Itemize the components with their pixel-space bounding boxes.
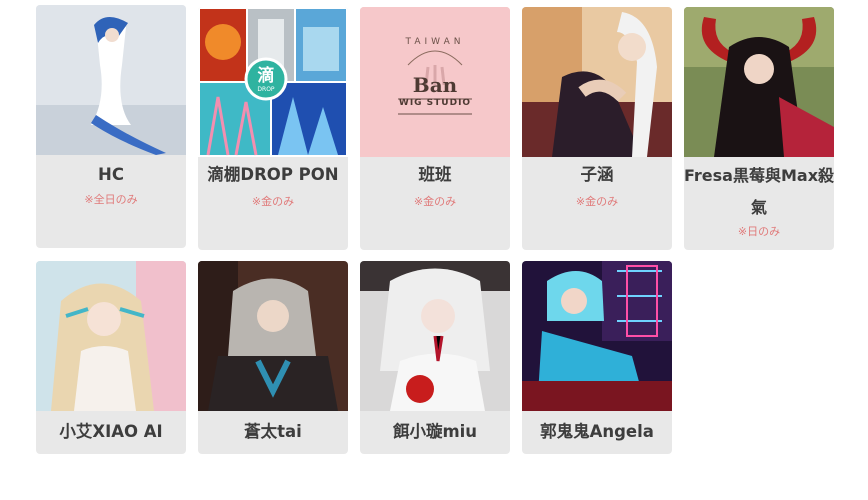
- cosplay-photo-icon: [360, 261, 510, 411]
- card-name[interactable]: 子涵: [522, 159, 672, 191]
- card-xiao-ai[interactable]: 小艾XIAO AI: [36, 261, 186, 454]
- card-name[interactable]: 小艾XIAO AI: [36, 416, 186, 448]
- cosplay-photo-icon: [522, 7, 672, 157]
- card-angela[interactable]: 郭鬼鬼Angela: [522, 261, 672, 454]
- cosplay-photo-icon: [684, 7, 834, 157]
- card-photo[interactable]: [522, 261, 672, 411]
- card-name[interactable]: Fresa黒莓與Max殺氣: [684, 160, 834, 224]
- card-name[interactable]: 班班: [360, 159, 510, 191]
- card-note: ※全日のみ: [84, 193, 138, 206]
- card-name[interactable]: HC: [36, 159, 186, 191]
- ban-logo-main: Ban: [412, 73, 458, 97]
- cosplay-photo-icon: [522, 261, 672, 411]
- card-tai[interactable]: 蒼太tai: [198, 261, 348, 454]
- card-zihan[interactable]: 子涵 ※金のみ: [522, 7, 672, 250]
- ban-logo-sub: WIG STUDIO: [398, 98, 472, 108]
- card-name[interactable]: 滴棚DROP PON: [198, 159, 348, 191]
- card-drop-pon[interactable]: 滴 DROP 滴棚DROP PON ※金のみ: [198, 7, 348, 250]
- card-name[interactable]: 郭鬼鬼Angela: [522, 416, 672, 448]
- cosplay-photo-icon: [36, 5, 186, 155]
- card-hc[interactable]: HC ※全日のみ: [36, 5, 186, 248]
- card-name[interactable]: 餌小璇miu: [360, 416, 510, 448]
- card-banban[interactable]: TAIWAN Ban WIG STUDIO 班班 ※金のみ: [360, 7, 510, 250]
- card-photo[interactable]: [36, 261, 186, 411]
- card-photo[interactable]: [360, 261, 510, 411]
- card-fresa[interactable]: Fresa黒莓與Max殺氣 ※日のみ: [684, 7, 834, 250]
- card-note: ※日のみ: [737, 225, 781, 238]
- drop-logo-sub: DROP: [257, 86, 275, 93]
- card-note: ※金のみ: [251, 195, 295, 208]
- card-photo[interactable]: 滴 DROP: [198, 7, 348, 157]
- card-photo[interactable]: [36, 5, 186, 155]
- card-note: ※金のみ: [575, 195, 619, 208]
- card-miu[interactable]: 餌小璇miu: [360, 261, 510, 454]
- cosplay-photo-icon: [198, 261, 348, 411]
- cosplay-photo-icon: [36, 261, 186, 411]
- card-photo[interactable]: [684, 7, 834, 157]
- card-photo[interactable]: TAIWAN Ban WIG STUDIO: [360, 7, 510, 157]
- card-name[interactable]: 蒼太tai: [198, 416, 348, 448]
- card-photo[interactable]: [198, 261, 348, 411]
- card-note: ※金のみ: [413, 195, 457, 208]
- card-photo[interactable]: [522, 7, 672, 157]
- ban-logo-top: TAIWAN: [405, 37, 465, 47]
- drop-logo-char: 滴: [257, 66, 275, 86]
